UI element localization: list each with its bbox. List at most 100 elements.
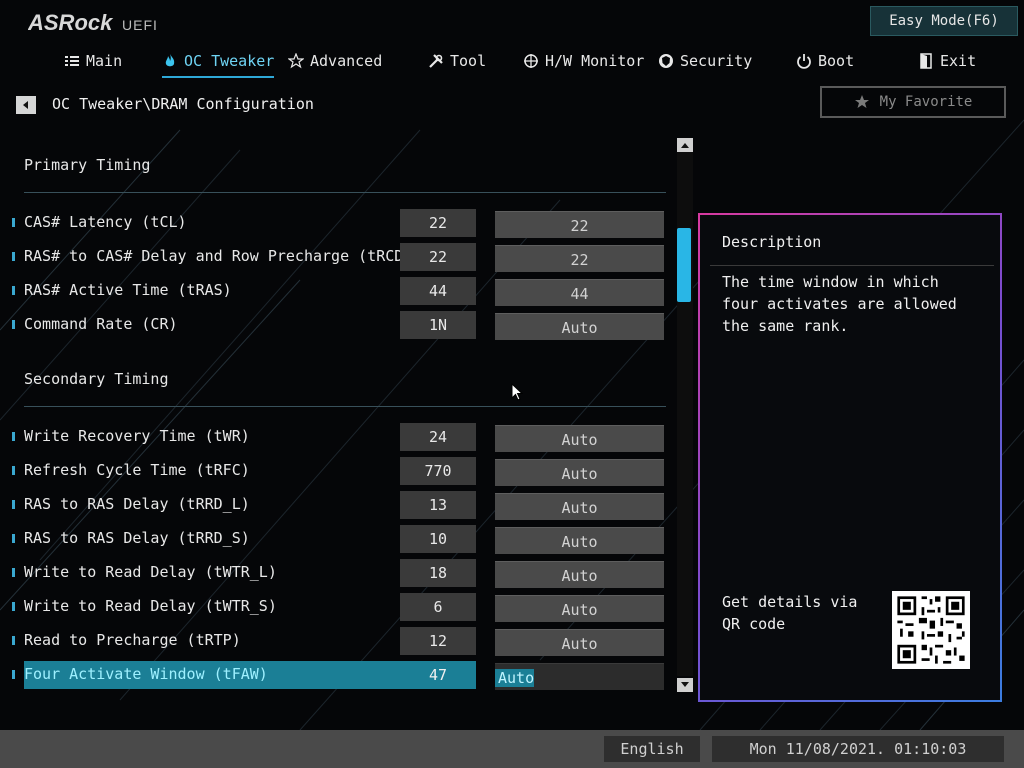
current-value: 44 <box>400 277 476 305</box>
setting-value[interactable]: Auto <box>495 313 664 340</box>
setting-row-twtr-s[interactable]: Write to Read Delay (tWTR_S) 6 Auto <box>8 593 668 622</box>
current-value: 22 <box>400 243 476 271</box>
flame-icon <box>165 54 175 67</box>
setting-row-twtr-l[interactable]: Write to Read Delay (tWTR_L) 18 Auto <box>8 559 668 588</box>
row-bullet <box>12 466 15 475</box>
arrow-up-icon <box>681 143 689 148</box>
setting-value[interactable]: Auto <box>495 595 664 622</box>
power-icon <box>797 54 811 69</box>
star-icon <box>854 95 869 108</box>
nav-tab-exit[interactable]: Exit <box>918 50 976 72</box>
section-divider <box>24 192 666 193</box>
easy-mode-button[interactable]: Easy Mode(F6) <box>870 6 1018 36</box>
my-favorite-button[interactable]: My Favorite <box>820 86 1006 118</box>
row-bullet <box>12 534 15 543</box>
setting-label: Write Recovery Time (tWR) <box>24 427 250 445</box>
setting-value[interactable]: 22 <box>495 211 664 238</box>
setting-row-trtp[interactable]: Read to Precharge (tRTP) 12 Auto <box>8 627 668 656</box>
setting-label: RAS to RAS Delay (tRRD_S) <box>24 529 250 547</box>
row-bullet <box>12 568 15 577</box>
section-title-secondary: Secondary Timing <box>24 370 169 388</box>
row-bullet <box>12 432 15 441</box>
nav-tab-label: OC Tweaker <box>184 52 275 70</box>
setting-row-trcdtrp[interactable]: RAS# to CAS# Delay and Row Precharge (tR… <box>8 243 668 272</box>
current-value: 10 <box>400 525 476 553</box>
setting-row-tfaw[interactable]: Four Activate Window (tFAW) 47 Auto <box>8 661 668 690</box>
scroll-down-button[interactable] <box>677 678 693 692</box>
setting-value[interactable]: Auto <box>495 425 664 452</box>
setting-row-trrd-s[interactable]: RAS to RAS Delay (tRRD_S) 10 Auto <box>8 525 668 554</box>
section-title-primary: Primary Timing <box>24 156 151 174</box>
back-button[interactable] <box>16 96 36 114</box>
setting-label: CAS# Latency (tCL) <box>24 213 187 231</box>
row-bullet <box>12 500 15 509</box>
setting-value[interactable]: Auto <box>495 493 664 520</box>
nav-tab-boot[interactable]: Boot <box>796 50 854 72</box>
setting-label: Four Activate Window (tFAW) <box>24 665 268 683</box>
description-panel: Description The time window in which fou… <box>698 213 1002 702</box>
nav-tab-label: Advanced <box>310 52 383 70</box>
breadcrumb: OC Tweaker\DRAM Configuration <box>52 95 314 113</box>
row-bullet <box>12 320 15 329</box>
setting-value[interactable]: Auto <box>495 561 664 588</box>
setting-row-command-rate[interactable]: Command Rate (CR) 1N Auto <box>8 311 668 340</box>
setting-label: Write to Read Delay (tWTR_L) <box>24 563 277 581</box>
favorite-label: My Favorite <box>879 94 973 110</box>
setting-row-twr[interactable]: Write Recovery Time (tWR) 24 Auto <box>8 423 668 452</box>
row-bullet <box>12 218 15 227</box>
description-title: Description <box>722 233 822 251</box>
scrollbar-thumb[interactable] <box>677 228 691 302</box>
current-value: 47 <box>428 666 448 684</box>
setting-label: Command Rate (CR) <box>24 315 178 333</box>
row-bullet <box>12 602 15 611</box>
nav-tab-main[interactable]: Main <box>64 50 122 72</box>
row-bullet <box>12 670 15 679</box>
nav-tab-hw-monitor[interactable]: H/W Monitor <box>523 50 644 72</box>
nav-tab-tool[interactable]: Tool <box>428 50 486 72</box>
svg-text:UEFI: UEFI <box>122 17 158 33</box>
setting-value-input[interactable]: Auto <box>495 663 664 690</box>
setting-label: RAS# to CAS# Delay and Row Precharge (tR… <box>24 247 440 265</box>
setting-value[interactable]: Auto <box>495 527 664 554</box>
mouse-cursor <box>511 383 523 401</box>
qr-code <box>892 591 970 669</box>
arrow-down-icon <box>681 682 689 687</box>
nav-tab-oc-tweaker[interactable]: OC Tweaker <box>162 50 275 78</box>
nav-tab-label: Security <box>680 52 753 70</box>
setting-row-trrd-l[interactable]: RAS to RAS Delay (tRRD_L) 13 Auto <box>8 491 668 520</box>
setting-value-text: Auto <box>495 669 535 687</box>
setting-value[interactable]: 44 <box>495 279 664 306</box>
setting-value[interactable]: 22 <box>495 245 664 272</box>
scroll-up-button[interactable] <box>677 138 693 152</box>
setting-row-tcl[interactable]: CAS# Latency (tCL) 22 22 <box>8 209 668 238</box>
row-bullet <box>12 286 15 295</box>
setting-label: Read to Precharge (tRTP) <box>24 631 241 649</box>
current-value: 12 <box>400 627 476 655</box>
nav-tab-label: Exit <box>940 52 977 70</box>
star-icon <box>288 53 304 69</box>
language-button[interactable]: English <box>604 736 700 762</box>
current-value: 24 <box>400 423 476 451</box>
setting-value[interactable]: Auto <box>495 459 664 486</box>
setting-row-tras[interactable]: RAS# Active Time (tRAS) 44 44 <box>8 277 668 306</box>
nav-tab-advanced[interactable]: Advanced <box>288 50 382 72</box>
back-arrow-icon <box>23 101 28 109</box>
setting-label: RAS# Active Time (tRAS) <box>24 281 232 299</box>
nav-tab-security[interactable]: Security <box>658 50 752 72</box>
setting-label: Write to Read Delay (tWTR_S) <box>24 597 277 615</box>
nav-tab-label: Boot <box>818 52 855 70</box>
current-value: 1N <box>400 311 476 339</box>
nav-tab-label: H/W Monitor <box>545 52 645 70</box>
asrock-logo: ASRock UEFI <box>28 10 158 35</box>
current-value: 770 <box>400 457 476 485</box>
exit-door-icon <box>920 53 932 69</box>
current-value: 22 <box>400 209 476 237</box>
nav-tab-label: Main <box>86 52 123 70</box>
current-value: 6 <box>400 593 476 621</box>
setting-value[interactable]: Auto <box>495 629 664 656</box>
svg-text:ASRock: ASRock <box>28 10 114 35</box>
description-divider <box>710 265 994 266</box>
setting-row-trfc[interactable]: Refresh Cycle Time (tRFC) 770 Auto <box>8 457 668 486</box>
setting-label: RAS to RAS Delay (tRRD_L) <box>24 495 250 513</box>
section-divider <box>24 406 666 407</box>
